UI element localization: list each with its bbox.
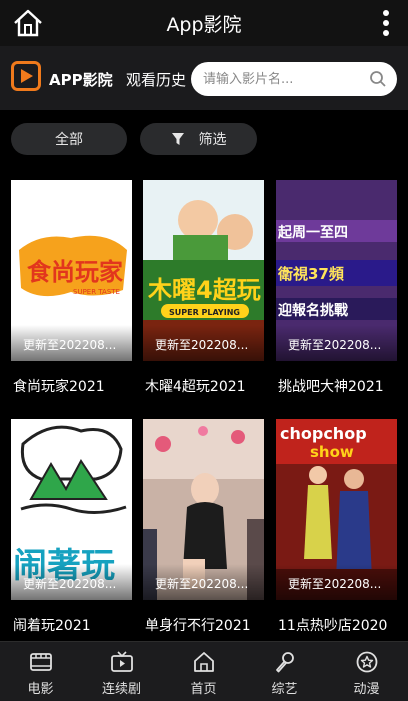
nav-item-series[interactable]: 连续剧 <box>81 642 162 701</box>
video-title[interactable]: 木曜4超玩2021 <box>145 376 246 396</box>
top-bar: App影院 <box>0 0 408 46</box>
svg-text:衛視37頻: 衛視37頻 <box>277 265 344 283</box>
video-card[interactable]: 起周一至四 衛視37頻 迎報名挑戰 更新至202208... 挑战吧大神2021 <box>276 180 397 395</box>
update-badge: 更新至202208... <box>276 564 397 600</box>
search-icon[interactable] <box>369 70 387 88</box>
app-title: App影院 <box>166 13 242 36</box>
video-title[interactable]: 单身行不行2021 <box>145 615 251 635</box>
video-card[interactable]: 木曜4超玩 SUPER PLAYING 更新至202208... 木曜4超玩20… <box>143 180 264 395</box>
svg-text:食尚玩家: 食尚玩家 <box>27 258 123 286</box>
video-title[interactable]: 11点热吵店2020 <box>278 615 387 635</box>
search-input[interactable] <box>203 68 363 90</box>
update-badge: 更新至202208... <box>143 325 264 361</box>
poster-image[interactable]: 更新至202208... <box>143 419 264 600</box>
header-bar: APP影院 观看历史 <box>0 46 408 110</box>
filter-bar: 全部 筛选 <box>0 110 408 170</box>
video-title[interactable]: 食尚玩家2021 <box>13 376 105 396</box>
video-title[interactable]: 闹着玩2021 <box>13 615 91 635</box>
bottom-nav: 电影 连续剧 首页 综艺 动漫 <box>0 641 408 701</box>
video-card[interactable]: 食尚玩家 SUPER TASTE 更新至202208... 食尚玩家2021 <box>11 180 132 395</box>
film-icon <box>30 653 52 671</box>
logo-play-icon <box>11 61 41 91</box>
update-badge: 更新至202208... <box>276 325 397 361</box>
video-card[interactable]: chopchop show 更新至202208... 11点热吵店2020 <box>276 419 397 634</box>
poster-image[interactable]: 木曜4超玩 SUPER PLAYING 更新至202208... <box>143 180 264 361</box>
video-title[interactable]: 挑战吧大神2021 <box>278 376 384 396</box>
microphone-icon <box>276 652 294 673</box>
update-badge: 更新至202208... <box>143 564 264 600</box>
svg-text:SUPER TASTE: SUPER TASTE <box>73 288 120 296</box>
svg-text:起周一至四: 起周一至四 <box>277 224 348 241</box>
video-card[interactable]: 更新至202208... 单身行不行2021 <box>143 419 264 634</box>
search-box[interactable] <box>191 62 397 96</box>
filter-button[interactable]: 筛选 <box>140 123 257 155</box>
update-badge: 更新至202208... <box>11 325 132 361</box>
svg-text:chopchop: chopchop <box>280 424 367 443</box>
more-menu-icon[interactable] <box>382 8 390 38</box>
all-button[interactable]: 全部 <box>11 123 127 155</box>
nav-item-movie[interactable]: 电影 <box>0 642 81 701</box>
svg-text:迎報名挑戰: 迎報名挑戰 <box>278 302 348 319</box>
svg-text:show: show <box>310 443 354 461</box>
funnel-icon <box>171 133 184 145</box>
poster-image[interactable]: 起周一至四 衛視37頻 迎報名挑戰 更新至202208... <box>276 180 397 361</box>
poster-image[interactable]: 食尚玩家 SUPER TASTE 更新至202208... <box>11 180 132 361</box>
watch-history-link[interactable]: 观看历史 <box>126 69 186 90</box>
poster-image[interactable]: 闹著玩 更新至202208... <box>11 419 132 600</box>
nav-item-anime[interactable]: 动漫 <box>326 642 407 701</box>
poster-image[interactable]: chopchop show 更新至202208... <box>276 419 397 600</box>
star-badge-icon <box>356 651 378 673</box>
home-icon <box>194 652 214 672</box>
home-icon[interactable] <box>12 8 44 38</box>
update-badge: 更新至202208... <box>11 564 132 600</box>
nav-item-home[interactable]: 首页 <box>163 642 244 701</box>
svg-text:木曜4超玩: 木曜4超玩 <box>147 276 261 304</box>
nav-item-variety[interactable]: 综艺 <box>244 642 325 701</box>
video-card[interactable]: 闹著玩 更新至202208... 闹着玩2021 <box>11 419 132 634</box>
logo-text: APP影院 <box>49 71 113 89</box>
svg-text:SUPER PLAYING: SUPER PLAYING <box>169 308 240 317</box>
tv-icon <box>111 651 133 672</box>
